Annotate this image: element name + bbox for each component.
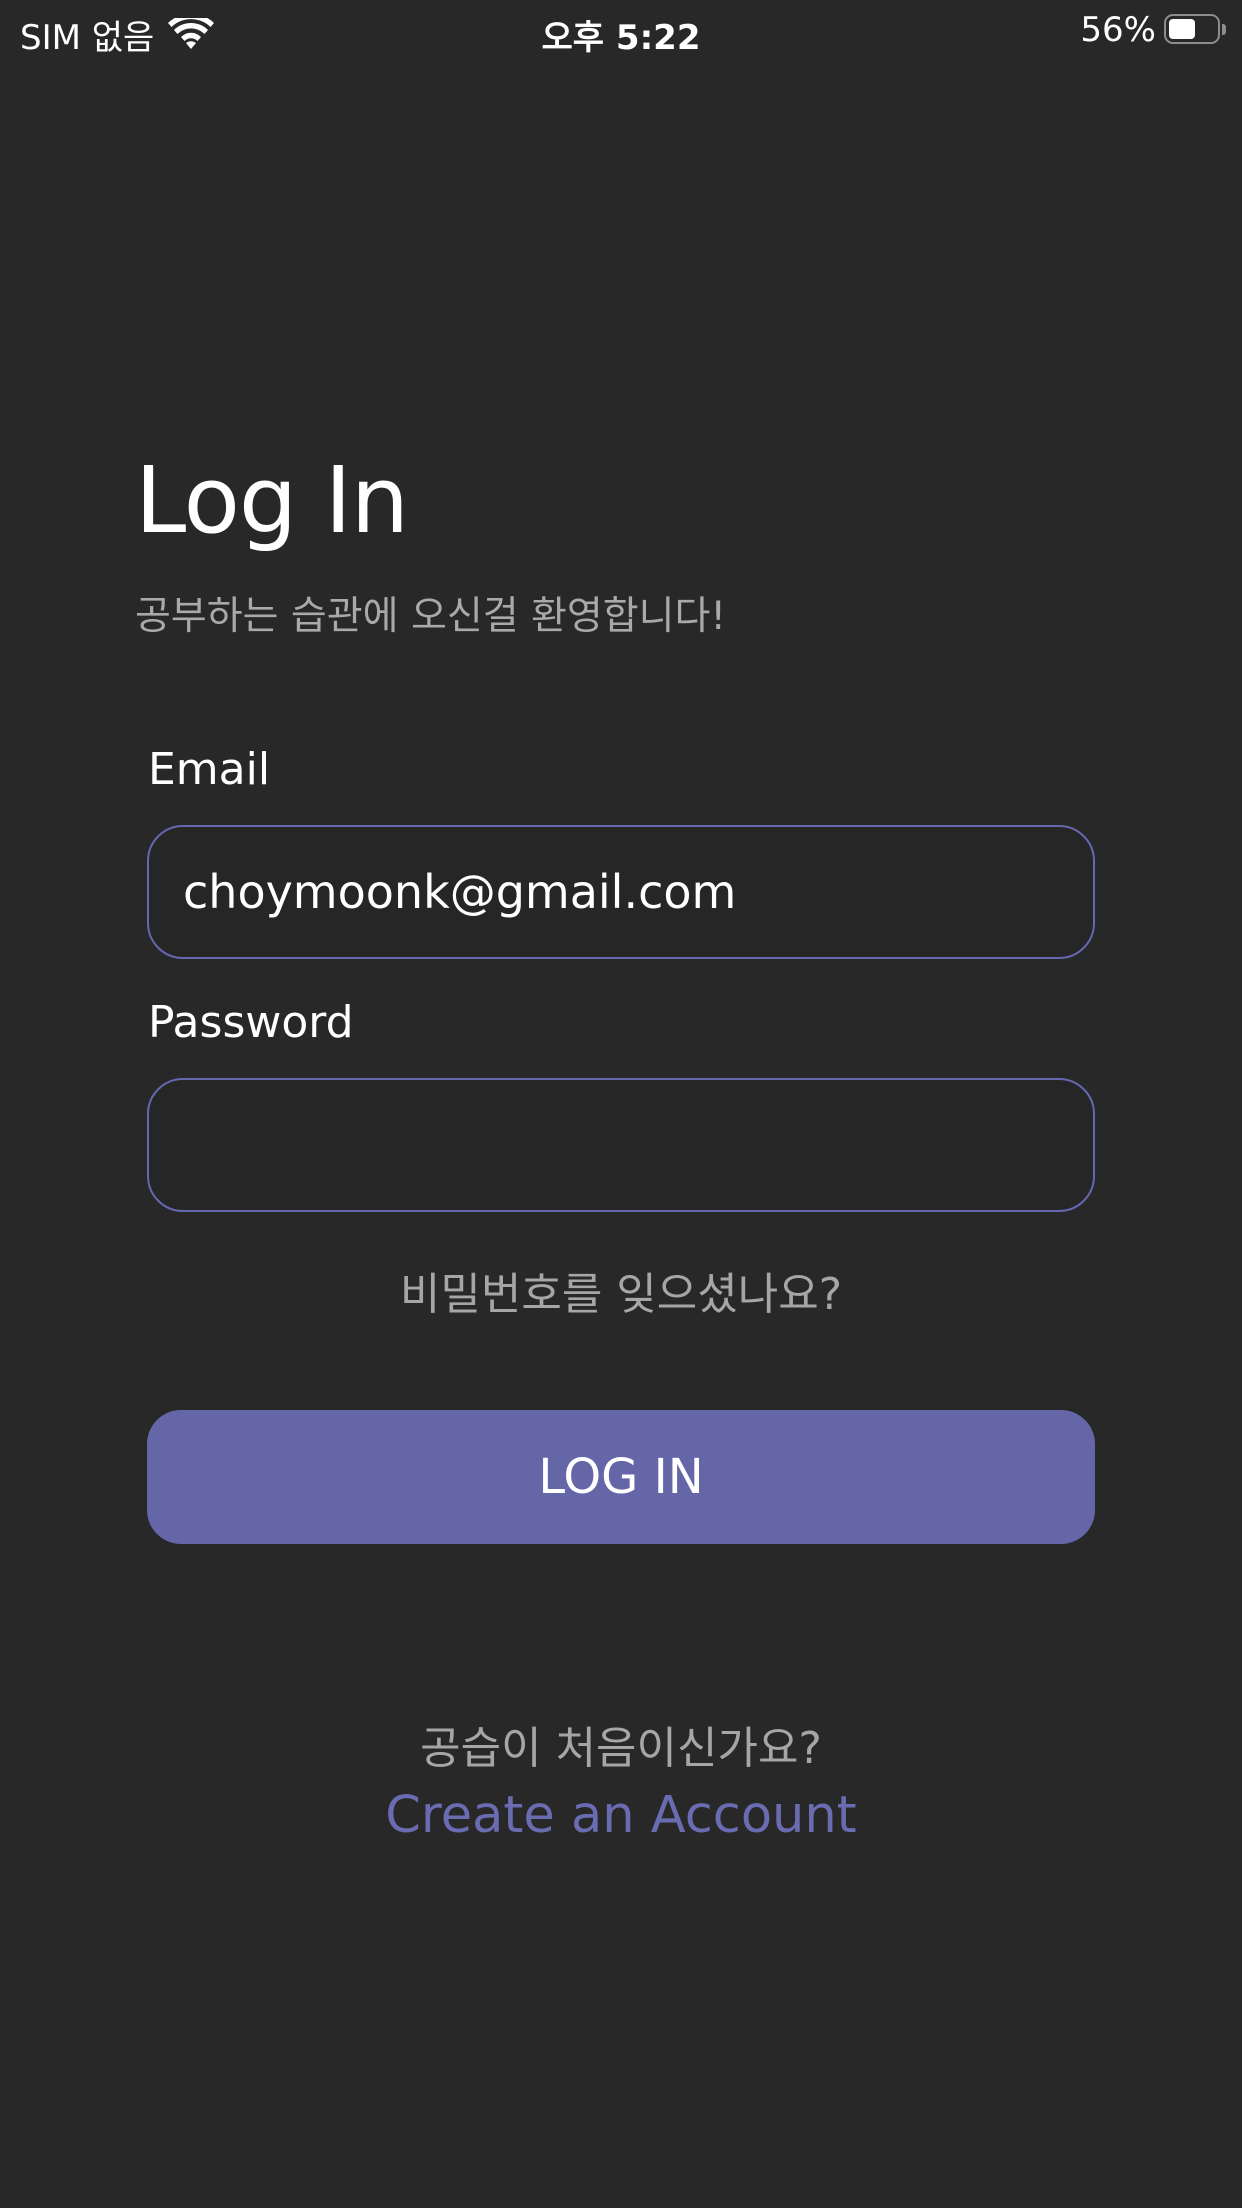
password-label: Password: [148, 997, 354, 1048]
login-button[interactable]: LOG IN: [147, 1410, 1095, 1544]
email-label: Email: [148, 744, 271, 795]
status-right: 56%: [1080, 10, 1226, 50]
battery-percent: 56%: [1080, 10, 1156, 50]
battery-icon: [1164, 14, 1226, 46]
forgot-password-link[interactable]: 비밀번호를 잊으셨나요?: [0, 1258, 1242, 1322]
page-title: Log In: [135, 447, 409, 554]
status-time: 오후 5:22: [541, 18, 701, 58]
password-field[interactable]: [147, 1078, 1095, 1212]
page-subtitle: 공부하는 습관에 오신걸 환영합니다!: [135, 594, 727, 639]
login-screen: SIM 없음 오후 5:22 56% Log In 공부하는 습관에 오신걸 환…: [0, 0, 1242, 2208]
new-user-prompt: 공습이 처음이신가요?: [420, 1723, 822, 1774]
create-account-link[interactable]: Create an Account: [0, 1786, 1242, 1845]
email-field[interactable]: [147, 825, 1095, 959]
status-bar: SIM 없음 오후 5:22 56%: [0, 0, 1242, 62]
